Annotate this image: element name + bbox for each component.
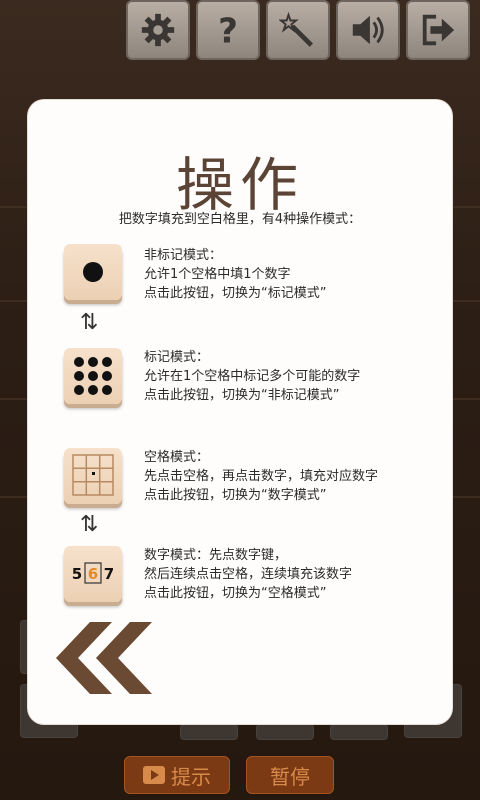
mode-line: 然后连续点击空格，连续填充该数字 bbox=[144, 567, 353, 582]
play-icon bbox=[143, 766, 165, 784]
single-dot-icon bbox=[83, 262, 103, 282]
mark-mode-button[interactable] bbox=[64, 348, 122, 404]
pause-button[interactable]: 暂停 bbox=[246, 756, 334, 794]
swap-arrows-icon: ⇅ bbox=[80, 310, 99, 335]
gear-icon bbox=[141, 13, 175, 47]
mode-line: 点击此按钮，切换为“数字模式” bbox=[144, 488, 327, 503]
nine-dots-icon bbox=[74, 357, 112, 395]
mode-description: 空格模式： 先点击空格，再点击数字，填充对应数字 点击此按钮，切换为“数字模式” bbox=[144, 448, 378, 505]
svg-text:?: ? bbox=[218, 11, 238, 49]
mode-description: 标记模式： 允许在1个空格中标记多个可能的数字 点击此按钮，切换为“非标记模式” bbox=[144, 348, 360, 405]
settings-button[interactable] bbox=[126, 0, 190, 60]
digit-mode-button[interactable]: 5 6 7 bbox=[64, 546, 122, 602]
top-toolbar: ? bbox=[126, 0, 470, 60]
magic-button[interactable] bbox=[266, 0, 330, 60]
mode-description: 数字模式：先点数字键， 然后连续点击空格，连续填充该数字 点击此按钮，切换为“空… bbox=[144, 546, 352, 603]
digit-right: 7 bbox=[104, 565, 114, 583]
mode-name: 数字模式：先点数字键， bbox=[144, 548, 288, 563]
mode-name: 非标记模式： bbox=[144, 248, 223, 263]
help-button[interactable]: ? bbox=[196, 0, 260, 60]
magic-wand-icon bbox=[279, 11, 313, 47]
mode-line: 先点击空格，再点击数字，填充对应数字 bbox=[144, 469, 379, 484]
mode-description: 非标记模式： 允许1个空格中填1个数字 点击此按钮，切换为“标记模式” bbox=[144, 246, 326, 303]
mode-line: 点击此按钮，切换为“空格模式” bbox=[144, 586, 327, 601]
speaker-icon bbox=[352, 15, 384, 45]
exit-icon bbox=[422, 14, 455, 46]
instructions-dialog: 操作 把数字填充到空白格里，有4种操作模式： 非标记模式： 允许1个空格中填1个… bbox=[28, 100, 452, 724]
question-icon: ? bbox=[218, 11, 238, 49]
hint-label: 提示 bbox=[171, 764, 211, 789]
mode-name: 空格模式： bbox=[144, 450, 210, 465]
board-tile bbox=[256, 724, 314, 740]
mode-line: 允许在1个空格中标记多个可能的数字 bbox=[144, 369, 361, 384]
board-tile bbox=[330, 724, 388, 740]
digit-middle: 6 bbox=[88, 565, 98, 583]
non-mark-mode-button[interactable] bbox=[64, 244, 122, 300]
pause-label: 暂停 bbox=[270, 764, 310, 789]
board-tile bbox=[180, 724, 238, 740]
dialog-subtitle: 把数字填充到空白格里，有4种操作模式： bbox=[118, 212, 362, 227]
swap-arrows-icon: ⇅ bbox=[80, 512, 99, 537]
mode-line: 点击此按钮，切换为“标记模式” bbox=[144, 286, 327, 301]
mode-line: 允许1个空格中填1个数字 bbox=[144, 267, 291, 282]
sound-button[interactable] bbox=[336, 0, 400, 60]
digit-left: 5 bbox=[72, 565, 82, 583]
back-chevron-icon[interactable] bbox=[56, 622, 152, 694]
mode-name: 标记模式： bbox=[144, 350, 210, 365]
exit-button[interactable] bbox=[406, 0, 470, 60]
mode-line: 点击此按钮，切换为“非标记模式” bbox=[144, 388, 340, 403]
digit-keys-icon: 5 6 7 bbox=[72, 562, 114, 584]
cell-mode-button[interactable] bbox=[64, 448, 122, 504]
hint-button[interactable]: 提示 bbox=[124, 756, 230, 794]
grid-cell-icon bbox=[72, 454, 114, 496]
